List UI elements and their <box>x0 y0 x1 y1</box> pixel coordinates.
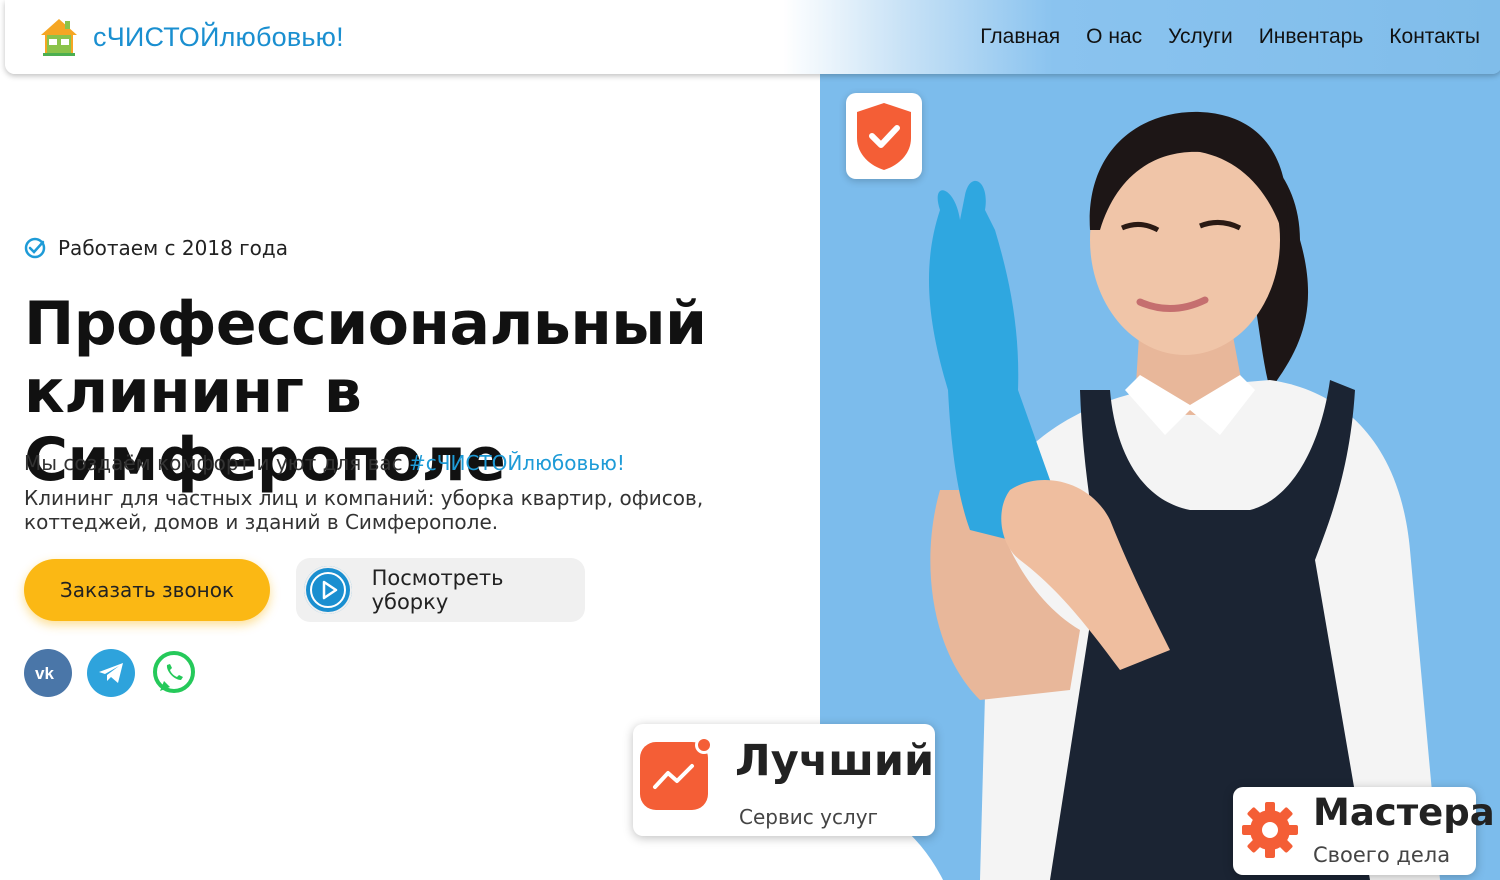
best-service-card: Лучший Сервис услуг <box>633 724 935 836</box>
watch-cleaning-label: Посмотреть уборку <box>371 566 504 614</box>
hero-subtitle: Мы создаём комфорт и уют для вас #сЧИСТО… <box>24 451 625 475</box>
hero-title-line1: Профессиональный <box>24 289 707 359</box>
best-card-subtitle: Сервис услуг <box>739 805 879 829</box>
shield-check-icon <box>857 103 911 170</box>
shield-card <box>846 93 922 179</box>
page: сЧИСТОЙлюбовью! Главная О нас Услуги Инв… <box>0 0 1500 880</box>
masters-card-subtitle: Своего дела <box>1313 843 1451 867</box>
since-text: Работаем с 2018 года <box>58 236 288 260</box>
cleaner-woman-image <box>928 111 1440 880</box>
vk-icon[interactable]: vk <box>24 649 72 697</box>
brand-name: сЧИСТОЙлюбовью! <box>93 21 344 52</box>
svg-text:vk: vk <box>35 664 54 683</box>
check-circle-icon <box>24 237 46 259</box>
social-links: vk <box>24 649 198 697</box>
watch-cleaning-button[interactable]: Посмотреть уборку <box>296 558 585 622</box>
gear-icon <box>1242 802 1298 858</box>
logo-house-icon <box>41 19 77 56</box>
nav-services[interactable]: Услуги <box>1168 25 1233 49</box>
site-header: сЧИСТОЙлюбовью! Главная О нас Услуги Инв… <box>5 0 1500 74</box>
since-badge: Работаем с 2018 года <box>24 236 288 260</box>
nav-contacts[interactable]: Контакты <box>1389 25 1480 49</box>
notification-dot <box>695 736 713 754</box>
hero-subtitle-text: Мы создаём комфорт и уют для вас <box>24 451 409 475</box>
play-icon <box>304 566 352 614</box>
nav-inventory[interactable]: Инвентарь <box>1259 25 1364 49</box>
masters-card: Мастера Своего дела <box>1233 787 1495 875</box>
masters-card-title: Мастера <box>1313 791 1495 834</box>
hero-hashtag: #сЧИСТОЙлюбовью! <box>408 451 625 475</box>
best-card-title: Лучший <box>735 736 935 786</box>
nav-home[interactable]: Главная <box>980 25 1060 49</box>
nav-about[interactable]: О нас <box>1086 25 1142 49</box>
hero-description: Клининг для частных лиц и компаний: убор… <box>24 486 704 534</box>
whatsapp-icon[interactable] <box>150 649 198 697</box>
telegram-icon[interactable] <box>87 649 135 697</box>
brand[interactable]: сЧИСТОЙлюбовью! <box>35 13 344 61</box>
order-call-button[interactable]: Заказать звонок <box>24 559 270 621</box>
main-nav: Главная О нас Услуги Инвентарь Контакты <box>980 25 1480 49</box>
